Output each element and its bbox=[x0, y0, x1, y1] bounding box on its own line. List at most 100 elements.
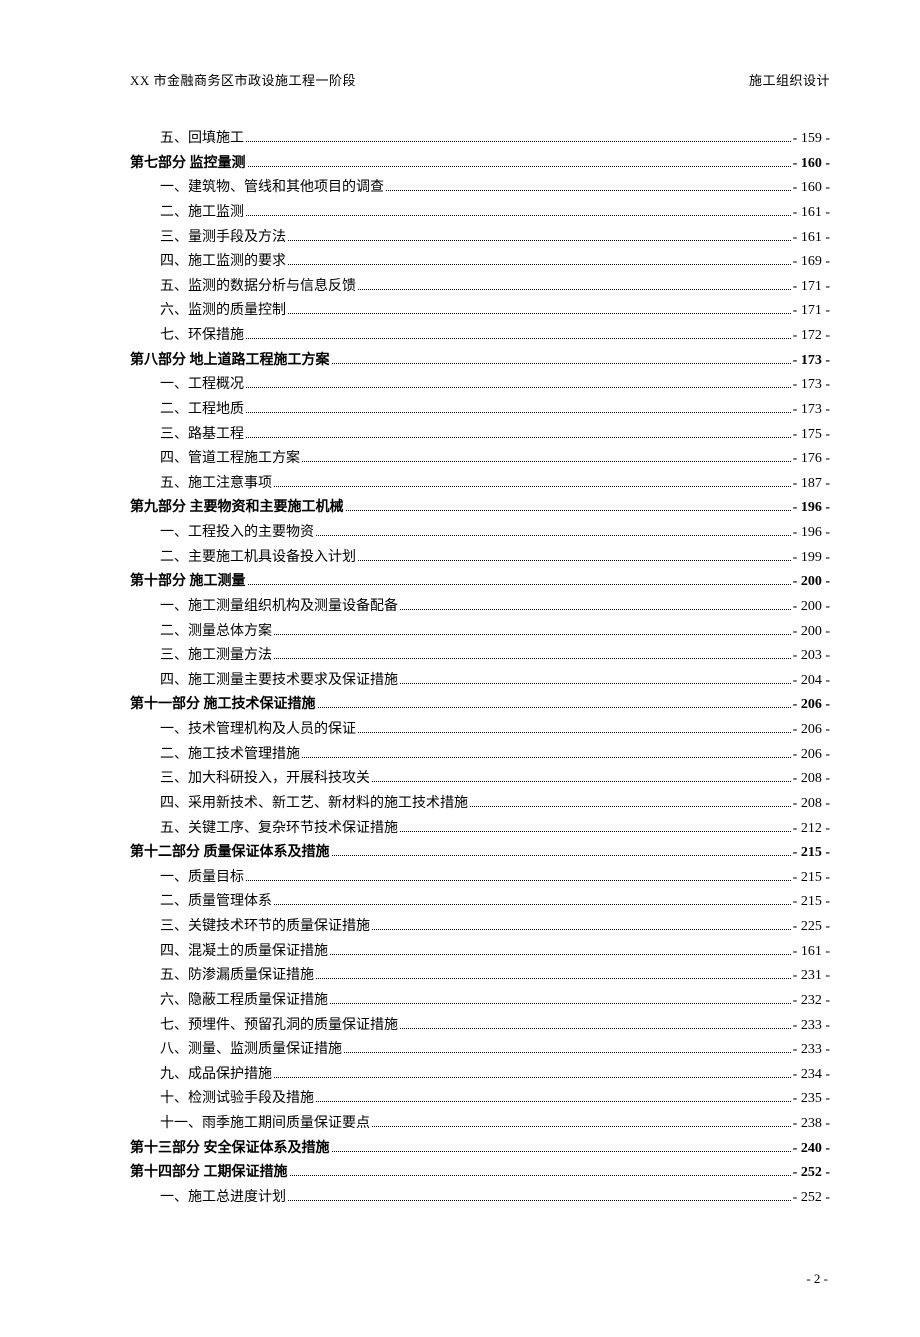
toc-entry: 第十二部分 质量保证体系及措施- 215 - bbox=[130, 841, 830, 866]
header-left: XX 市金融商务区市政设施工程一阶段 bbox=[130, 70, 356, 89]
toc-leader-dots bbox=[246, 429, 791, 438]
toc-entry-page: - 172 - bbox=[793, 324, 830, 349]
toc-leader-dots bbox=[332, 355, 791, 364]
toc-entry: 五、回填施工 - 159 - bbox=[160, 127, 830, 152]
toc-entry: 第九部分 主要物资和主要施工机械- 196 - bbox=[130, 496, 830, 521]
page-footer: - 2 - bbox=[130, 1271, 830, 1287]
toc-entry-label: 一、工程概况 bbox=[160, 373, 244, 398]
toc-entry-page: - 196 - bbox=[793, 521, 830, 546]
toc-entry-page: - 175 - bbox=[793, 423, 830, 448]
toc-entry-page: - 173 - bbox=[793, 349, 830, 374]
toc-entry: 三、路基工程- 175 - bbox=[160, 423, 830, 448]
toc-entry-page: - 238 - bbox=[793, 1112, 830, 1137]
toc-entry: 五、施工注意事项 - 187 - bbox=[160, 472, 830, 497]
toc-leader-dots bbox=[470, 798, 791, 807]
toc-leader-dots bbox=[274, 897, 791, 906]
toc-entry: 九、成品保护措施- 234 - bbox=[160, 1063, 830, 1088]
toc-entry-page: - 252 - bbox=[793, 1186, 830, 1211]
toc-leader-dots bbox=[274, 478, 791, 487]
toc-entry-label: 三、加大科研投入，开展科技攻关 bbox=[160, 767, 370, 792]
toc-entry: 四、管道工程施工方案- 176 - bbox=[160, 447, 830, 472]
toc-entry-page: - 225 - bbox=[793, 915, 830, 940]
toc-entry-page: - 160 - bbox=[793, 176, 830, 201]
toc-entry: 二、质量管理体系- 215 - bbox=[160, 890, 830, 915]
toc-entry: 八、测量、监测质量保证措施- 233 - bbox=[160, 1038, 830, 1063]
toc-entry-page: - 200 - bbox=[793, 620, 830, 645]
toc-entry-page: - 173 - bbox=[793, 373, 830, 398]
toc-entry-label: 五、防渗漏质量保证措施 bbox=[160, 964, 314, 989]
toc-leader-dots bbox=[288, 1192, 791, 1201]
toc-entry-label: 七、环保措施 bbox=[160, 324, 244, 349]
toc-leader-dots bbox=[316, 1094, 791, 1103]
toc-entry-page: - 206 - bbox=[793, 743, 830, 768]
toc-entry-page: - 160 - bbox=[793, 152, 830, 177]
toc-leader-dots bbox=[288, 256, 791, 265]
toc-entry: 三、加大科研投入，开展科技攻关- 208 - bbox=[160, 767, 830, 792]
toc-entry: 二、测量总体方案- 200 - bbox=[160, 620, 830, 645]
toc-entry-label: 五、关键工序、复杂环节技术保证措施 bbox=[160, 817, 398, 842]
toc-leader-dots bbox=[344, 1044, 791, 1053]
toc-leader-dots bbox=[358, 552, 791, 561]
toc-leader-dots bbox=[400, 823, 791, 832]
toc-entry-label: 九、成品保护措施 bbox=[160, 1063, 272, 1088]
toc-entry-page: - 203 - bbox=[793, 644, 830, 669]
toc-leader-dots bbox=[288, 232, 791, 241]
toc-entry: 六、隐蔽工程质量保证措施- 232 - bbox=[160, 989, 830, 1014]
toc-leader-dots bbox=[274, 626, 791, 635]
toc-entry-label: 五、施工注意事项 bbox=[160, 472, 272, 497]
toc-entry-page: - 233 - bbox=[793, 1014, 830, 1039]
toc-leader-dots bbox=[400, 675, 791, 684]
toc-entry-label: 一、工程投入的主要物资 bbox=[160, 521, 314, 546]
toc-leader-dots bbox=[332, 1143, 791, 1152]
toc-entry: 四、施工测量主要技术要求及保证措施- 204 - bbox=[160, 669, 830, 694]
toc-entry-page: - 232 - bbox=[793, 989, 830, 1014]
toc-entry-label: 第七部分 监控量测 bbox=[130, 152, 246, 177]
toc-entry: 三、施工测量方法 - 203 - bbox=[160, 644, 830, 669]
toc-leader-dots bbox=[274, 650, 791, 659]
toc-entry-page: - 206 - bbox=[793, 718, 830, 743]
toc-leader-dots bbox=[372, 774, 791, 783]
toc-leader-dots bbox=[400, 601, 791, 610]
toc-entry-label: 一、施工总进度计划 bbox=[160, 1186, 286, 1211]
toc-leader-dots bbox=[274, 1069, 791, 1078]
toc-entry-page: - 187 - bbox=[793, 472, 830, 497]
toc-entry-page: - 199 - bbox=[793, 546, 830, 571]
toc-entry-label: 一、质量目标 bbox=[160, 866, 244, 891]
toc-entry-page: - 159 - bbox=[793, 127, 830, 152]
toc-entry-page: - 240 - bbox=[793, 1137, 830, 1162]
toc-entry-label: 三、施工测量方法 bbox=[160, 644, 272, 669]
toc-entry-page: - 204 - bbox=[793, 669, 830, 694]
toc-leader-dots bbox=[246, 380, 791, 389]
toc-leader-dots bbox=[318, 700, 791, 709]
toc-entry-page: - 215 - bbox=[793, 890, 830, 915]
toc-entry: 二、施工技术管理措施- 206 - bbox=[160, 743, 830, 768]
toc-entry: 第八部分 地上道路工程施工方案- 173 - bbox=[130, 349, 830, 374]
toc-leader-dots bbox=[316, 971, 791, 980]
header-right: 施工组织设计 bbox=[749, 70, 830, 89]
toc-entry-label: 第十一部分 施工技术保证措施 bbox=[130, 693, 316, 718]
toc-entry-label: 第十二部分 质量保证体系及措施 bbox=[130, 841, 330, 866]
toc-entry-page: - 233 - bbox=[793, 1038, 830, 1063]
toc-entry: 一、施工总进度计划 - 252 - bbox=[160, 1186, 830, 1211]
toc-entry-label: 第十部分 施工测量 bbox=[130, 570, 246, 595]
toc-entry-label: 五、回填施工 bbox=[160, 127, 244, 152]
page-number: - 2 - bbox=[806, 1271, 828, 1286]
toc-leader-dots bbox=[372, 921, 791, 930]
toc-entry: 三、量测手段及方法- 161 - bbox=[160, 226, 830, 251]
toc-entry: 一、质量目标- 215 - bbox=[160, 866, 830, 891]
toc-entry: 第十一部分 施工技术保证措施- 206 - bbox=[130, 693, 830, 718]
toc-entry-label: 四、混凝土的质量保证措施 bbox=[160, 940, 328, 965]
toc-leader-dots bbox=[302, 453, 791, 462]
toc-entry: 一、建筑物、管线和其他项目的调查- 160 - bbox=[160, 176, 830, 201]
toc-leader-dots bbox=[358, 724, 791, 733]
toc-entry-page: - 196 - bbox=[793, 496, 830, 521]
toc-leader-dots bbox=[246, 207, 791, 216]
toc-entry-page: - 231 - bbox=[793, 964, 830, 989]
toc-entry-label: 五、监测的数据分析与信息反馈 bbox=[160, 275, 356, 300]
toc-leader-dots bbox=[346, 503, 791, 512]
toc-entry-label: 第十三部分 安全保证体系及措施 bbox=[130, 1137, 330, 1162]
toc-entry-label: 十、检测试验手段及措施 bbox=[160, 1087, 314, 1112]
toc-entry: 一、施工测量组织机构及测量设备配备- 200 - bbox=[160, 595, 830, 620]
toc-entry: 一、工程概况 - 173 - bbox=[160, 373, 830, 398]
page-header: XX 市金融商务区市政设施工程一阶段 施工组织设计 bbox=[130, 70, 830, 89]
